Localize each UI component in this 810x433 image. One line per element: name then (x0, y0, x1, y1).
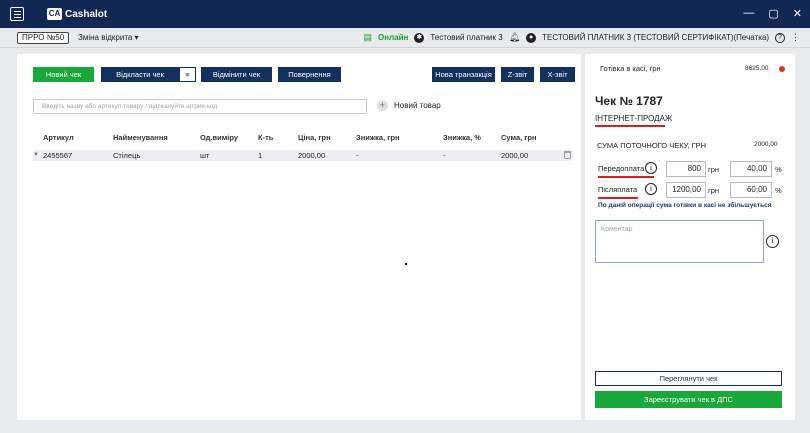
toolbar-right: ▤ Онлайн ✱ Тестовий платник 3 🔔︎ ● ТЕСТО… (363, 32, 800, 43)
comment-textarea[interactable]: Коментар (595, 220, 764, 263)
prepayment-currency: грн (708, 165, 720, 174)
help-icon[interactable]: ? (775, 32, 785, 43)
prepayment-label: Передоплата (598, 164, 645, 173)
expand-caret-icon[interactable]: ▼ (33, 150, 39, 161)
cell-name: Стілець (113, 151, 141, 160)
new-item-label: Новий товар (394, 101, 441, 110)
cell-price: 2000,00 (298, 151, 326, 160)
bell-icon[interactable]: 🔔︎ (509, 32, 520, 43)
col-sum: Сума, грн (501, 133, 537, 142)
receipt-side-panel: Готівка в касі, грн 8625,00 Чек № 1787 І… (585, 54, 795, 420)
sale-type: ІНТЕРНЕТ-ПРОДАЖ (595, 114, 673, 123)
new-transaction-button[interactable]: Нова транзакція (432, 67, 495, 82)
title-bar: CA Cashalot — ▢ ✕ (0, 0, 810, 28)
postpayment-amount-input[interactable]: 1200,00 (666, 182, 706, 198)
sale-type-underline (595, 125, 665, 127)
postpayment-info-icon[interactable]: i (645, 183, 657, 195)
cash-note: По даній операції сума готівки в касі не… (598, 202, 772, 209)
cancel-receipt-button[interactable]: Відмінити чек (201, 67, 272, 82)
online-status: Онлайн (378, 33, 409, 42)
prepayment-percent-sign: % (775, 165, 782, 174)
cursor-dot (405, 263, 407, 265)
cell-discount-pct: - (443, 151, 446, 160)
status-toolbar: ПРРО №50 Зміна відкрита ▾ ▤ Онлайн ✱ Тес… (0, 28, 810, 48)
trash-icon[interactable] (564, 151, 571, 159)
plus-icon: + (377, 100, 388, 111)
col-discount-uah: Знижка, грн (356, 133, 400, 142)
prepayment-info-icon[interactable]: i (645, 162, 657, 174)
shift-status-dropdown[interactable]: Зміна відкрита ▾ (78, 33, 139, 42)
cell-unit: шт (200, 151, 210, 160)
x-report-button[interactable]: X-звіт (540, 67, 575, 82)
prro-selector[interactable]: ПРРО №50 (17, 32, 70, 44)
cell-discount-uah: - (356, 151, 359, 160)
maximize-icon[interactable]: ▢ (768, 7, 778, 20)
new-receipt-button[interactable]: Новий чек (33, 67, 94, 82)
cash-value: 8625,00 (745, 65, 769, 72)
cell-sku: 2455567 (43, 151, 73, 160)
col-discount-pct: Знижка, % (443, 133, 481, 142)
register-receipt-button[interactable]: Зареєструвати чек в ДПС (595, 391, 782, 408)
product-search-input[interactable]: Введіть назву або артикул товару / відск… (33, 99, 367, 114)
more-icon[interactable]: ⋮ (791, 32, 800, 43)
postpayment-percent-input[interactable]: 60,00 (730, 182, 772, 198)
comment-info-icon[interactable]: i (766, 235, 779, 248)
logo-text: Cashalot (65, 8, 108, 20)
new-item-button[interactable]: + Новий товар (377, 100, 441, 111)
receipt-items-panel: Новий чек Відкласти чек ≡ Відмінити чек … (17, 54, 581, 420)
payer-name[interactable]: Тестовий платник 3 (430, 33, 502, 42)
prepayment-amount-input[interactable]: 800 (666, 161, 706, 177)
postpayment-percent-sign: % (775, 186, 782, 195)
return-button[interactable]: Повернення (278, 67, 341, 82)
z-report-button[interactable]: Z-звіт (501, 67, 534, 82)
col-sku: Артикул (43, 133, 74, 142)
status-dot-icon (779, 66, 785, 72)
col-unit: Од.виміру (200, 133, 238, 142)
current-sum-value: 2000,00 (754, 141, 778, 148)
receipt-title: Чек № 1787 (595, 94, 663, 108)
postpayment-underline (598, 197, 638, 199)
hamburger-menu-icon[interactable] (10, 7, 24, 21)
postpayment-label: Післяплата (598, 185, 638, 194)
prepayment-underline (598, 176, 654, 178)
cell-qty[interactable]: 1 (258, 150, 262, 161)
col-name: Найменування (113, 133, 168, 142)
col-qty: К-ть (258, 133, 274, 142)
list-menu-icon[interactable]: ≡ (179, 67, 196, 82)
app-logo: CA Cashalot (47, 8, 107, 20)
current-sum-label: СУМА ПОТОЧНОГО ЧЕКУ, ГРН (597, 141, 707, 150)
cash-label: Готівка в касі, грн (600, 64, 661, 73)
online-status-icon: ▤ (363, 32, 373, 42)
cell-sum: 2000,00 (501, 151, 529, 160)
logo-icon: CA (47, 8, 62, 20)
table-row[interactable]: ▼ 2455567 Стілець шт 1 2000,00 - - 2000,… (33, 150, 573, 161)
user-icon[interactable]: ● (526, 32, 537, 43)
certificate-name[interactable]: ТЕСТОВИЙ ПЛАТНИК 3 (ТЕСТОВИЙ СЕРТИФІКАТ)… (542, 33, 769, 42)
postpone-receipt-button[interactable]: Відкласти чек (101, 67, 179, 82)
postpayment-currency: грн (708, 186, 720, 195)
prepayment-percent-input[interactable]: 40,00 (730, 161, 772, 177)
view-receipt-button[interactable]: Переглянути чек (595, 371, 782, 386)
close-icon[interactable]: ✕ (793, 7, 802, 20)
col-price: Ціна, грн (298, 133, 331, 142)
settings-gear-icon[interactable]: ✱ (414, 32, 425, 43)
window-controls: — ▢ ✕ (743, 7, 802, 20)
table-header: Артикул Найменування Од.виміру К-ть Ціна… (33, 133, 573, 144)
minimize-icon[interactable]: — (743, 7, 754, 20)
